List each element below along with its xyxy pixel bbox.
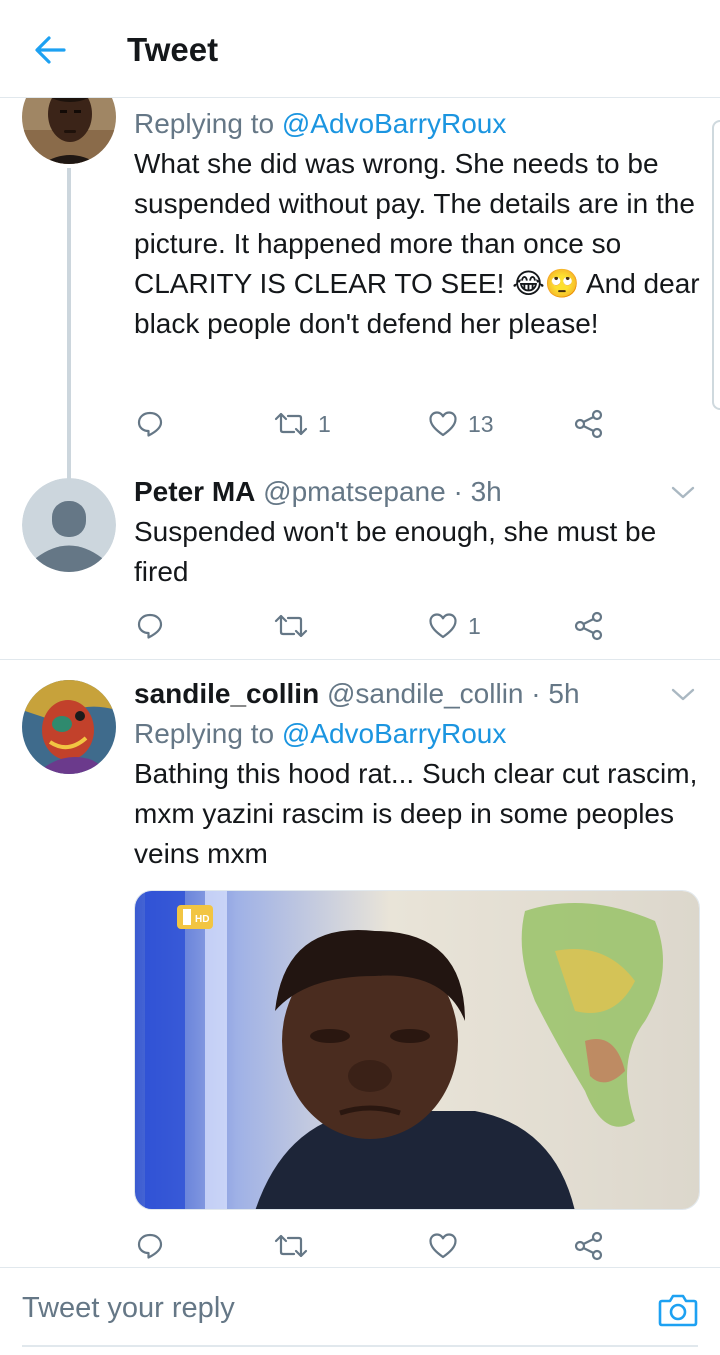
reply-underline xyxy=(22,1345,698,1347)
replying-to-label: Replying to xyxy=(134,718,282,749)
tweet-actions: 1 xyxy=(134,606,614,646)
like-button[interactable] xyxy=(428,1226,468,1266)
share-button[interactable] xyxy=(574,606,604,646)
heart-icon xyxy=(429,613,457,639)
like-button[interactable]: 1 xyxy=(428,606,481,646)
mention-link[interactable]: @AdvoBarryRoux xyxy=(282,108,507,139)
back-button[interactable] xyxy=(30,30,70,70)
like-count: 13 xyxy=(468,410,494,437)
arrow-left-icon xyxy=(35,36,66,64)
retweet-count: 1 xyxy=(318,410,331,437)
reply-button[interactable] xyxy=(136,606,164,646)
mention-link[interactable]: @AdvoBarryRoux xyxy=(282,718,507,749)
timestamp: · 5h xyxy=(531,678,580,709)
reply-button[interactable] xyxy=(136,1226,164,1266)
tweet-text: Bathing this hood rat... Such clear cut … xyxy=(134,758,698,869)
tweet-2[interactable]: Peter MA @pmatsepane · 3h Suspended won'… xyxy=(0,470,720,660)
user-handle[interactable]: @pmatsepane xyxy=(263,476,446,507)
tweet-actions xyxy=(134,1226,614,1266)
app-header: Tweet xyxy=(0,0,720,98)
like-button[interactable]: 13 xyxy=(428,404,494,444)
user-handle[interactable]: @sandile_collin xyxy=(327,678,524,709)
divider xyxy=(0,659,720,660)
share-icon xyxy=(574,611,603,641)
share-icon xyxy=(574,409,603,439)
chevron-down-icon[interactable] xyxy=(668,478,698,508)
display-name[interactable]: sandile_collin xyxy=(134,678,319,709)
share-icon xyxy=(574,1231,603,1261)
tweet-text: Suspended won't be enough, she must be f… xyxy=(134,516,657,587)
heart-icon xyxy=(429,411,457,437)
tweet-actions: 1 13 xyxy=(134,404,614,444)
camera-icon xyxy=(658,1294,698,1327)
tweet-header: sandile_collin @sandile_collin · 5h xyxy=(134,674,700,714)
tweet-media-image[interactable]: HD xyxy=(134,890,700,1210)
retweet-icon xyxy=(274,412,308,436)
chevron-down-icon[interactable] xyxy=(668,680,698,710)
retweet-icon xyxy=(274,614,308,638)
hd-badge: HD xyxy=(195,914,209,925)
retweet-button[interactable] xyxy=(274,606,318,646)
like-count: 1 xyxy=(468,612,481,639)
page-title: Tweet xyxy=(127,31,219,68)
speech-bubble-icon xyxy=(137,1233,163,1259)
retweet-button[interactable]: 1 xyxy=(274,404,331,444)
default-avatar[interactable] xyxy=(22,478,116,572)
retweet-icon xyxy=(274,1234,308,1258)
share-button[interactable] xyxy=(574,1226,604,1266)
reply-composer: Tweet your reply xyxy=(0,1267,720,1355)
tweet-text: What she did was wrong. She needs to be … xyxy=(134,148,700,339)
speech-bubble-icon xyxy=(137,411,163,437)
replying-to-line: Replying to @AdvoBarryRoux xyxy=(134,104,700,144)
speech-bubble-icon xyxy=(137,613,163,639)
camera-button[interactable] xyxy=(658,1292,698,1328)
avatar[interactable] xyxy=(22,680,116,774)
share-button[interactable] xyxy=(574,404,604,444)
tweet-header: Peter MA @pmatsepane · 3h xyxy=(134,472,700,512)
thread-line xyxy=(67,168,71,480)
heart-icon xyxy=(429,1233,457,1259)
timestamp: · 3h xyxy=(453,476,502,507)
display-name[interactable]: Peter MA xyxy=(134,476,255,507)
replying-to-line: Replying to @AdvoBarryRoux xyxy=(134,714,700,754)
replying-to-label: Replying to xyxy=(134,108,282,139)
reply-input[interactable]: Tweet your reply xyxy=(22,1288,235,1328)
reply-button[interactable] xyxy=(136,404,164,444)
tweet-1[interactable]: Replying to @AdvoBarryRoux What she did … xyxy=(0,70,720,480)
retweet-button[interactable] xyxy=(274,1226,318,1266)
